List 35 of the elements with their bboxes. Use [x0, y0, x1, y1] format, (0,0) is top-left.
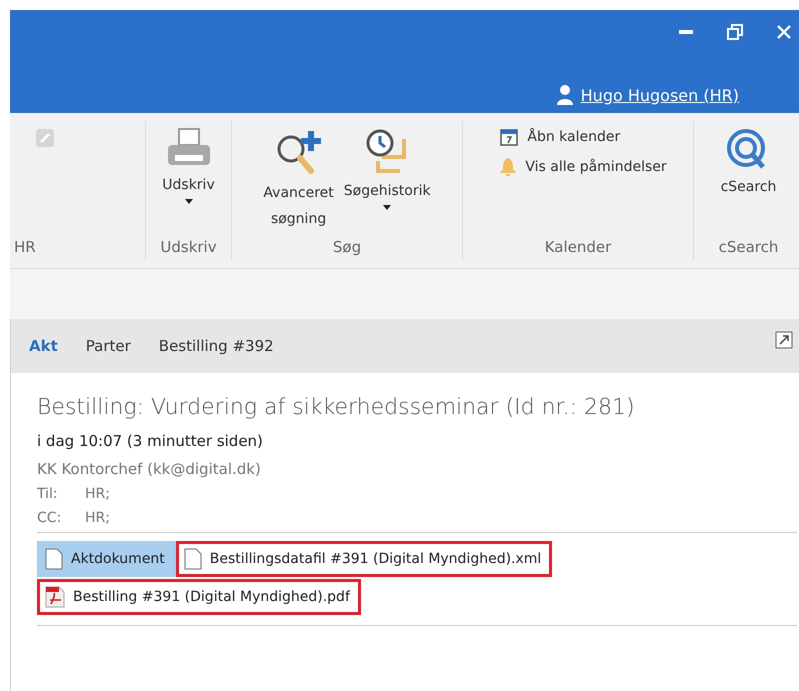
recipient-value: HR; — [85, 510, 110, 526]
user-icon — [556, 85, 573, 105]
document-icon — [45, 548, 63, 570]
ribbon-button[interactable]: Avanceret søgning — [260, 127, 337, 238]
attachment-item[interactable]: Bestillingsdatafil #391 (Digital Myndighed).xml — [176, 541, 552, 577]
attachment-item[interactable]: Bestilling #391 (Digital Myndighed).pdf — [37, 579, 361, 615]
message-sender: KK Kontorchef (kk@digital.dk) — [37, 460, 262, 478]
tab[interactable]: Bestilling #392 — [158, 337, 274, 355]
recipient-value: HR; — [85, 486, 110, 502]
group-label: Søg — [332, 238, 362, 258]
group-label: Kalender — [544, 238, 612, 258]
pdf-icon — [45, 586, 65, 608]
message-date: i dag 10:07 (3 minutter siden) — [37, 432, 264, 450]
attachment-item[interactable]: Aktdokument — [37, 541, 176, 577]
message-subject: Bestilling: Vurdering af sikkerhedsseminar (Id nr.: 281) — [37, 395, 636, 420]
ribbon-button[interactable]: Udskriv — [159, 127, 218, 238]
popout-icon[interactable] — [775, 331, 793, 349]
restore-icon[interactable] — [727, 24, 743, 40]
tab[interactable]: Parter — [86, 337, 131, 355]
recipient-label: Til: — [37, 486, 59, 502]
calendar-icon — [499, 127, 520, 147]
group-label: cSearch — [718, 238, 780, 258]
user-link[interactable]: Hugo Hugosen (HR) — [580, 86, 739, 104]
ribbon-button[interactable]: cSearch — [718, 127, 780, 238]
bell-icon — [499, 157, 518, 177]
ribbon-button[interactable]: Åbn kalender — [499, 127, 620, 147]
group-label: Udskriv — [159, 238, 218, 258]
group-label: HR — [13, 238, 37, 258]
ribbon-button[interactable]: Søgehistorik — [340, 127, 434, 238]
document-icon — [184, 548, 202, 570]
edit-icon — [34, 127, 56, 149]
tab[interactable]: Akt — [29, 337, 58, 355]
ribbon-button[interactable]: Vis alle påmindelser — [499, 157, 667, 177]
close-icon[interactable] — [777, 25, 791, 39]
recipient-label: CC: — [37, 510, 62, 526]
